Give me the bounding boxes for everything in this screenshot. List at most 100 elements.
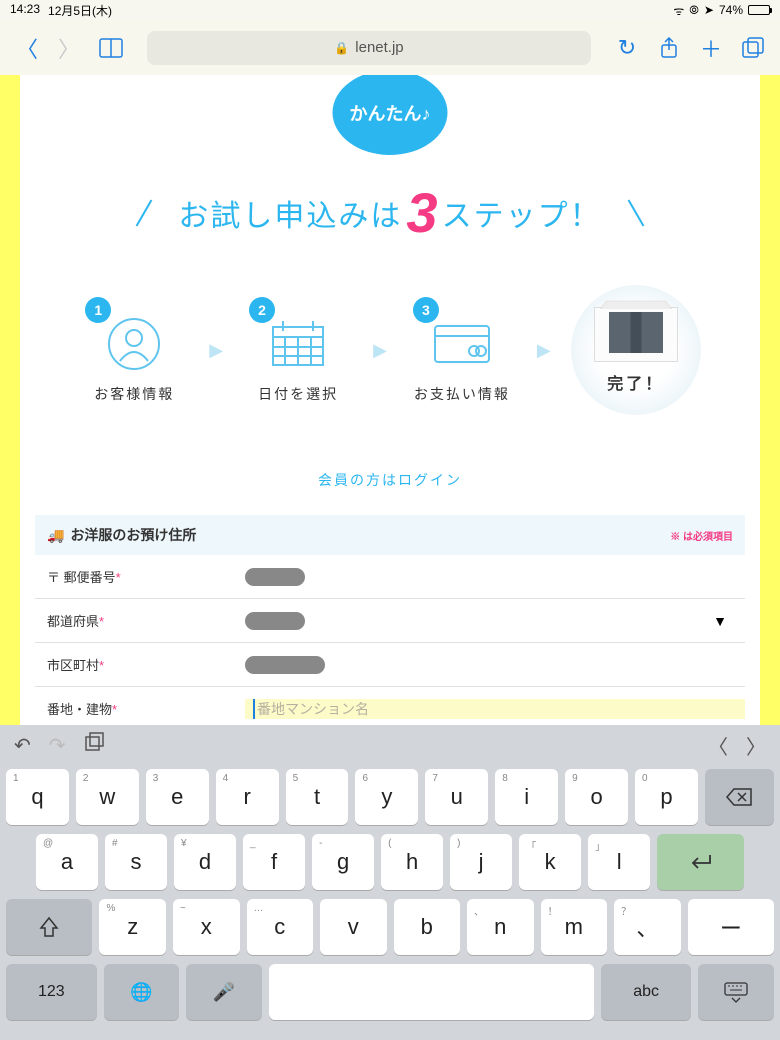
complete-step: 完了！	[571, 285, 701, 415]
member-login-link[interactable]: 会員の方はログイン	[20, 470, 760, 490]
url-bar[interactable]: 🔒 lenet.jp	[147, 31, 591, 65]
chevron-down-icon: ▼	[713, 613, 727, 629]
bubble-text: かんたん♪	[350, 100, 431, 126]
dismiss-keyboard-key[interactable]	[698, 964, 774, 1020]
key-i[interactable]: 8i	[495, 769, 558, 825]
address-placeholder: 番地マンション名	[257, 699, 369, 719]
key-x[interactable]: ~x	[173, 899, 240, 955]
key-o[interactable]: 9o	[565, 769, 628, 825]
prefecture-row: 都道府県* ▼	[35, 599, 745, 643]
next-field-button[interactable]: 〉	[746, 731, 766, 760]
bookmarks-button[interactable]	[99, 36, 123, 60]
undo-button[interactable]: ↶	[14, 733, 31, 758]
reload-button[interactable]: ↻	[615, 36, 639, 60]
tabs-button[interactable]	[741, 36, 765, 60]
truck-icon: 🚚	[47, 527, 64, 544]
credit-card-icon	[427, 317, 497, 372]
key-j[interactable]: )j	[450, 834, 512, 890]
redo-button[interactable]: ↷	[49, 733, 66, 758]
step-badge: 2	[249, 297, 275, 323]
backspace-key[interactable]	[705, 769, 774, 825]
heading-number: 3	[406, 180, 437, 245]
lock-icon: 🔒	[334, 41, 349, 55]
text-cursor	[253, 699, 255, 719]
zip-row: 〒 郵便番号*	[35, 555, 745, 599]
back-button[interactable]: 〈	[15, 36, 39, 60]
abc-mode-key[interactable]: abc	[601, 964, 692, 1020]
city-input[interactable]	[245, 656, 745, 674]
key-h[interactable]: (h	[381, 834, 443, 890]
key-d[interactable]: ¥d	[174, 834, 236, 890]
heading: お試し申込みは 3 ステップ！	[20, 180, 760, 245]
key-v[interactable]: v	[320, 899, 387, 955]
redacted-value	[245, 612, 305, 630]
key-u[interactable]: 7u	[425, 769, 488, 825]
key-k[interactable]: 「k	[519, 834, 581, 890]
mic-key[interactable]: 🎤	[186, 964, 262, 1020]
address-row: 番地・建物* 番地マンション名	[35, 687, 745, 725]
key-ー[interactable]: ー	[688, 899, 774, 955]
step-badge: 1	[85, 297, 111, 323]
wifi-icon: ᯤ	[673, 2, 684, 19]
new-tab-button[interactable]: ＋	[699, 36, 723, 60]
step-1: 1 お客様情報	[79, 297, 189, 404]
key-b[interactable]: b	[394, 899, 461, 955]
key-e[interactable]: 3e	[146, 769, 209, 825]
browser-toolbar: 〈 〉 🔒 lenet.jp ↻ ＋	[0, 20, 780, 75]
key-f[interactable]: _f	[243, 834, 305, 890]
key-a[interactable]: @a	[36, 834, 98, 890]
address-form-section: 🚚 お洋服のお預け住所 ※ は必須項目 〒 郵便番号* 都道府県* ▼	[35, 515, 745, 725]
heading-pre: お試し申込みは	[178, 191, 402, 235]
key-g[interactable]: -g	[312, 834, 374, 890]
location-icon: ➤	[704, 3, 714, 17]
status-bar: 14:23 12月5日(木) ᯤ ⦾ ➤ 74%	[0, 0, 780, 20]
key-m[interactable]: ！m	[541, 899, 608, 955]
space-key[interactable]	[269, 964, 594, 1020]
step-label: お客様情報	[94, 384, 174, 404]
forward-button: 〉	[57, 36, 81, 60]
enter-key[interactable]	[657, 834, 744, 890]
address-label: 番地・建物	[47, 702, 112, 717]
key-c[interactable]: …c	[247, 899, 314, 955]
steps-row: 1 お客様情報 ▶ 2 日付を選択 ▶ 3 お支払い情報	[20, 285, 760, 415]
number-mode-key[interactable]: 123	[6, 964, 97, 1020]
address-input[interactable]: 番地マンション名	[245, 699, 745, 719]
orientation-lock-icon: ⦾	[689, 3, 699, 18]
shift-key[interactable]	[6, 899, 92, 955]
prefecture-select[interactable]: ▼	[245, 612, 745, 630]
decoration-line-icon	[136, 199, 153, 226]
zip-input[interactable]	[245, 568, 745, 586]
clipboard-button[interactable]	[84, 732, 104, 758]
status-date: 12月5日(木)	[48, 2, 112, 19]
chevron-right-icon: ▶	[209, 340, 223, 361]
page-content: かんたん♪ お試し申込みは 3 ステップ！ 1 お客様情報 ▶ 2	[0, 75, 780, 725]
zip-label: 〒 郵便番号	[47, 570, 116, 585]
keyboard: ↶ ↷ 〈 〉 1q2w3e4r5t6y7u8i9o0p @a#s¥d_f-g(…	[0, 725, 780, 1040]
step-label: 日付を選択	[258, 384, 338, 404]
key-l[interactable]: 」l	[588, 834, 650, 890]
step-2: 2 日付を選択	[243, 297, 353, 404]
key-r[interactable]: 4r	[216, 769, 279, 825]
url-text: lenet.jp	[355, 39, 403, 56]
heading-post: ステップ！	[442, 191, 602, 235]
person-icon	[99, 317, 169, 372]
city-row: 市区町村*	[35, 643, 745, 687]
prev-field-button[interactable]: 〈	[708, 731, 728, 760]
key-s[interactable]: #s	[105, 834, 167, 890]
key-n[interactable]: 、n	[467, 899, 534, 955]
globe-key[interactable]: 🌐	[104, 964, 180, 1020]
redacted-value	[245, 568, 305, 586]
key-y[interactable]: 6y	[355, 769, 418, 825]
share-button[interactable]	[657, 36, 681, 60]
battery-icon	[748, 5, 770, 15]
key-p[interactable]: 0p	[635, 769, 698, 825]
key-w[interactable]: 2w	[76, 769, 139, 825]
key-q[interactable]: 1q	[6, 769, 69, 825]
step-badge: 3	[413, 297, 439, 323]
key-z[interactable]: %z	[99, 899, 166, 955]
step-3: 3 お支払い情報	[407, 297, 517, 404]
key-t[interactable]: 5t	[286, 769, 349, 825]
key-、[interactable]: ？、	[614, 899, 681, 955]
speech-bubble: かんたん♪	[333, 75, 448, 155]
city-label: 市区町村	[47, 658, 99, 673]
